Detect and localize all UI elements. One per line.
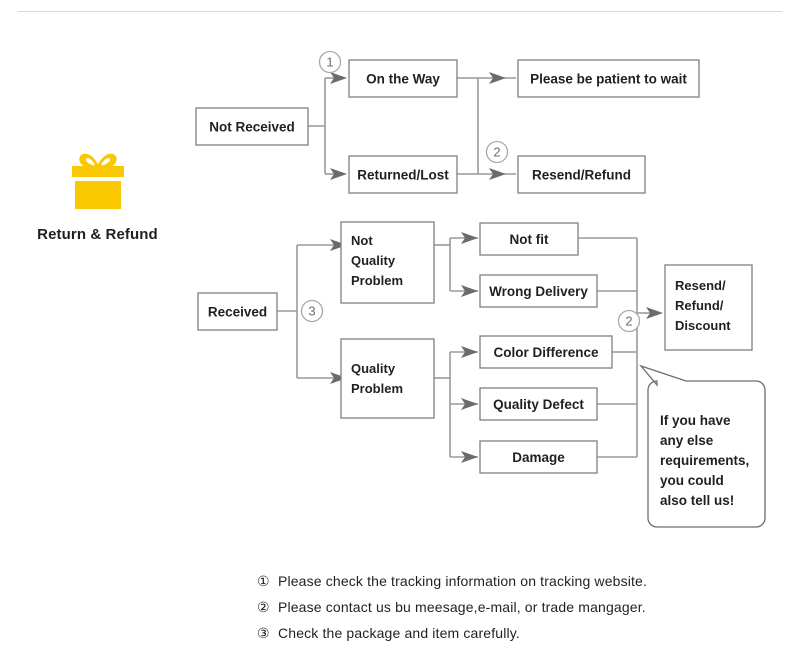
node-wrong-delivery[interactable]: Wrong Delivery <box>479 274 598 308</box>
flowchart: Not Received On the Way Returned/Lost Pl… <box>195 50 766 528</box>
node-not-received[interactable]: Not Received <box>195 107 309 146</box>
node-resend-refund-discount-line2: Refund/ <box>675 298 724 313</box>
bubble-line-1: If you have <box>660 413 731 428</box>
node-returned-lost[interactable]: Returned/Lost <box>348 155 458 194</box>
note-text: Please check the tracking information on… <box>278 573 647 589</box>
note-item: ② Please contact us bu meesage,e-mail, o… <box>257 599 777 625</box>
node-damage[interactable]: Damage <box>479 440 598 474</box>
note-item: ① Please check the tracking information … <box>257 573 777 599</box>
bubble-line-3: requirements, <box>660 453 749 468</box>
marker-two-bottom-label: 2 <box>625 314 632 329</box>
node-received-label: Received <box>208 305 267 320</box>
marker-one-top: 1 <box>318 50 342 74</box>
marker-two-bottom: 2 <box>617 309 641 333</box>
node-color-difference[interactable]: Color Difference <box>479 335 613 369</box>
node-damage-label: Damage <box>512 450 565 465</box>
node-not-quality-problem-line1: Not <box>351 233 373 248</box>
node-not-fit[interactable]: Not fit <box>479 222 579 256</box>
note-text: Please contact us bu meesage,e-mail, or … <box>278 599 646 615</box>
note-number: ② <box>257 599 270 615</box>
node-quality-defect-label: Quality Defect <box>493 397 584 412</box>
node-resend-refund-label: Resend/Refund <box>532 168 631 183</box>
bubble-line-5: also tell us! <box>660 493 734 508</box>
marker-two-top: 2 <box>485 140 509 164</box>
marker-three-bottom-label: 3 <box>308 304 315 319</box>
node-on-the-way[interactable]: On the Way <box>348 59 458 98</box>
node-not-quality-problem-line3: Problem <box>351 273 403 288</box>
node-not-quality-problem-line2: Quality <box>351 253 396 268</box>
note-text: Check the package and item carefully. <box>278 625 520 641</box>
node-resend-refund-discount[interactable]: Resend/ Refund/ Discount <box>664 264 753 351</box>
node-quality-problem-line2: Problem <box>351 381 403 396</box>
node-please-be-patient-label: Please be patient to wait <box>530 72 687 87</box>
node-please-be-patient[interactable]: Please be patient to wait <box>517 59 700 98</box>
node-resend-refund-discount-line3: Discount <box>675 318 731 333</box>
return-refund-infographic: Return & Refund Not Received On the Way … <box>0 0 800 660</box>
speech-bubble: If you have any else requirements, you c… <box>639 364 766 528</box>
notes-list: ① Please check the tracking information … <box>257 573 777 651</box>
note-number: ① <box>257 573 270 589</box>
node-quality-problem-line1: Quality <box>351 361 396 376</box>
node-returned-lost-label: Returned/Lost <box>357 168 449 183</box>
node-not-quality-problem[interactable]: Not Quality Problem <box>340 221 435 304</box>
node-resend-refund[interactable]: Resend/Refund <box>517 155 646 194</box>
bubble-line-4: you could <box>660 473 724 488</box>
node-not-fit-label: Not fit <box>510 232 549 247</box>
node-resend-refund-discount-line1: Resend/ <box>675 278 726 293</box>
node-wrong-delivery-label: Wrong Delivery <box>489 284 588 299</box>
node-quality-problem[interactable]: Quality Problem <box>340 338 435 419</box>
note-item: ③ Check the package and item carefully. <box>257 625 777 651</box>
marker-two-top-label: 2 <box>493 145 500 160</box>
node-quality-defect[interactable]: Quality Defect <box>479 387 598 421</box>
node-not-received-label: Not Received <box>209 120 295 135</box>
marker-three-bottom: 3 <box>300 299 324 323</box>
marker-one-top-label: 1 <box>326 55 333 70</box>
node-color-difference-label: Color Difference <box>493 345 599 360</box>
bubble-line-2: any else <box>660 433 714 448</box>
node-received[interactable]: Received <box>197 292 278 331</box>
node-on-the-way-label: On the Way <box>366 72 440 87</box>
note-number: ③ <box>257 625 270 641</box>
